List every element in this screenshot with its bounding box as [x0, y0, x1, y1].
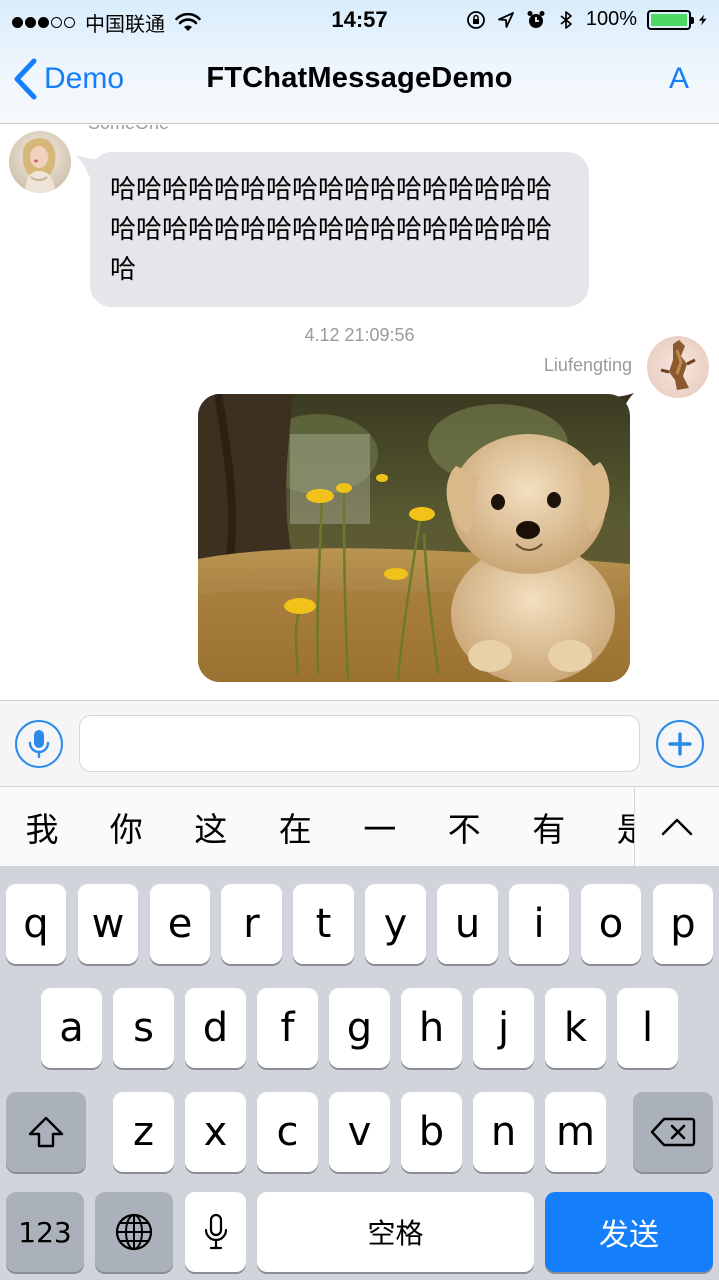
- key-r[interactable]: r: [221, 884, 282, 964]
- avatar-someone-image: [9, 131, 71, 193]
- bluetooth-icon: [560, 10, 572, 29]
- top-bar: 中国联通 14:57 100% Demo FTChatMessageDemo A: [0, 0, 719, 124]
- avatar-liufengting[interactable]: [647, 336, 709, 398]
- alarm-icon: [527, 10, 545, 28]
- message-text-input[interactable]: [79, 715, 640, 772]
- sender-name-liufengting: Liufengting: [543, 355, 632, 375]
- key-i[interactable]: i: [509, 884, 569, 964]
- candidate-word[interactable]: 不: [422, 803, 507, 851]
- key-b[interactable]: b: [401, 1092, 462, 1172]
- keyboard-candidate-bar: 我 你 这 在 一 不 有 是: [0, 786, 719, 867]
- key-z[interactable]: z: [113, 1092, 174, 1172]
- key-v[interactable]: v: [329, 1092, 390, 1172]
- avatar-someone[interactable]: [9, 131, 71, 193]
- sender-name-someone: SomeOne: [88, 125, 169, 134]
- puppy-photo-icon: [198, 394, 630, 682]
- key-d[interactable]: d: [185, 988, 246, 1068]
- expand-candidates-button[interactable]: [634, 787, 719, 867]
- key-n[interactable]: n: [473, 1092, 534, 1172]
- globe-icon: [115, 1213, 153, 1251]
- shift-key[interactable]: [6, 1092, 86, 1172]
- key-y[interactable]: y: [365, 884, 426, 964]
- charging-bolt-icon: [698, 14, 707, 25]
- status-right: 100%: [466, 8, 709, 31]
- candidate-word[interactable]: 一: [338, 803, 423, 851]
- key-j[interactable]: j: [473, 988, 534, 1068]
- key-f[interactable]: f: [257, 988, 318, 1068]
- message-image-puppy[interactable]: [198, 394, 630, 682]
- key-p[interactable]: p: [653, 884, 713, 964]
- key-q[interactable]: q: [6, 884, 66, 964]
- candidate-word[interactable]: 在: [253, 803, 338, 851]
- candidate-word[interactable]: 你: [84, 803, 169, 851]
- space-key[interactable]: 空格: [257, 1192, 534, 1272]
- candidate-list: 我 你 这 在 一 不 有 是: [0, 787, 635, 867]
- key-w[interactable]: w: [78, 884, 138, 964]
- send-key[interactable]: 发送: [545, 1192, 713, 1272]
- key-o[interactable]: o: [581, 884, 641, 964]
- microphone-icon: [28, 730, 50, 759]
- message-bubble-text[interactable]: 哈哈哈哈哈哈哈哈哈哈哈哈哈哈哈哈哈哈哈哈哈哈哈哈哈哈哈哈哈哈哈哈哈哈哈: [90, 152, 589, 307]
- plus-icon: [668, 732, 692, 756]
- numbers-key[interactable]: 123: [6, 1192, 84, 1272]
- candidate-word[interactable]: 有: [507, 803, 592, 851]
- candidate-word[interactable]: 是: [591, 803, 634, 851]
- orientation-lock-icon: [466, 10, 485, 29]
- status-bar: 中国联通 14:57 100%: [0, 0, 719, 40]
- voice-input-button[interactable]: [15, 720, 63, 768]
- chat-message-list[interactable]: SomeOne 哈哈哈哈哈哈哈哈哈哈哈哈哈哈哈哈哈哈哈哈哈哈哈哈哈哈哈哈哈哈哈哈…: [0, 125, 719, 700]
- battery-percent: 100%: [585, 8, 637, 30]
- shift-arrow-icon: [28, 1116, 64, 1148]
- key-u[interactable]: u: [437, 884, 498, 964]
- key-s[interactable]: s: [113, 988, 174, 1068]
- avatar-liufengting-image: [647, 336, 709, 398]
- key-m[interactable]: m: [545, 1092, 606, 1172]
- battery-fill: [651, 13, 687, 26]
- key-e[interactable]: e: [150, 884, 210, 964]
- chevron-up-icon: [661, 818, 693, 836]
- microphone-icon: [204, 1213, 227, 1250]
- battery-icon: [647, 9, 694, 30]
- key-a[interactable]: a: [41, 988, 102, 1068]
- key-h[interactable]: h: [401, 988, 462, 1068]
- backspace-icon: [650, 1117, 696, 1147]
- more-options-button[interactable]: [656, 720, 704, 768]
- message-input-bar: [0, 700, 719, 786]
- message-timestamp: 4.12 21:09:56: [304, 325, 415, 345]
- key-t[interactable]: t: [293, 884, 354, 964]
- navigation-bar: Demo FTChatMessageDemo A: [0, 40, 719, 124]
- keyboard: q w e r t y u i o p a s d f g h j k l z …: [0, 866, 719, 1280]
- key-x[interactable]: x: [185, 1092, 246, 1172]
- key-k[interactable]: k: [545, 988, 606, 1068]
- candidate-word[interactable]: 这: [169, 803, 254, 851]
- location-arrow-icon: [497, 11, 514, 28]
- key-l[interactable]: l: [617, 988, 678, 1068]
- key-c[interactable]: c: [257, 1092, 318, 1172]
- dictation-key[interactable]: [185, 1192, 246, 1272]
- globe-key[interactable]: [95, 1192, 173, 1272]
- key-g[interactable]: g: [329, 988, 390, 1068]
- nav-right-button[interactable]: A: [669, 62, 689, 96]
- delete-key[interactable]: [633, 1092, 713, 1172]
- candidate-word[interactable]: 我: [0, 803, 84, 851]
- page-title: FTChatMessageDemo: [206, 62, 513, 94]
